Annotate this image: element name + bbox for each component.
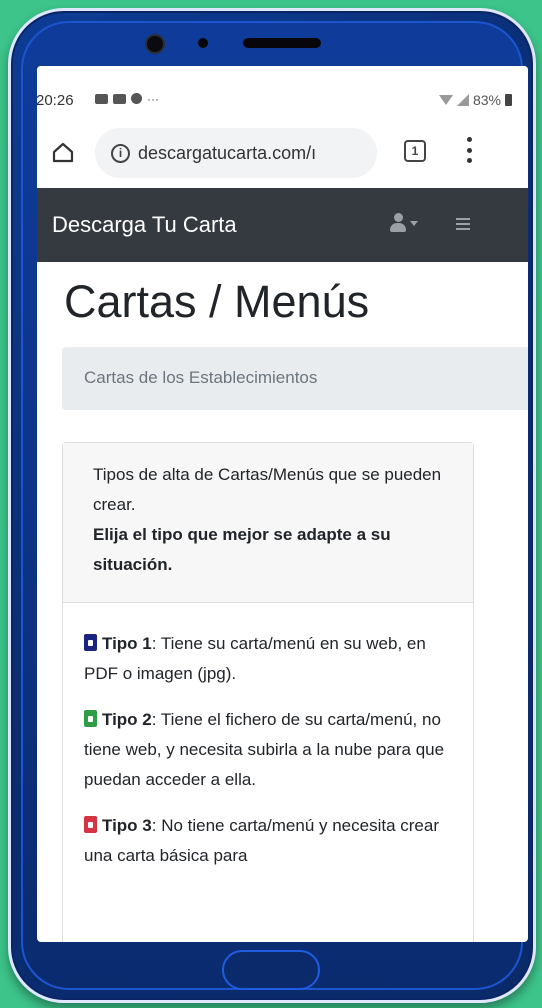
status-bar: 20:26 ··· 83% — [37, 66, 528, 110]
document-icon — [84, 634, 97, 651]
browser-toolbar: i descargatucarta.com/ı 1 — [37, 124, 528, 184]
user-menu-toggle[interactable] — [390, 213, 418, 233]
document-icon — [84, 710, 97, 727]
tipo-label: Tipo 1 — [102, 634, 152, 653]
tipo-item-3: Tipo 3: No tiene carta/menú y necesita c… — [84, 811, 451, 871]
card-header-text: Tipos de alta de Cartas/Menús que se pue… — [93, 465, 442, 514]
signal-icon — [456, 94, 469, 106]
document-icon — [84, 816, 97, 833]
phone-screen: 20:26 ··· 83% i descargatucarta.com/ı 1 … — [37, 66, 528, 942]
wifi-icon — [438, 95, 453, 105]
site-navbar: Descarga Tu Carta — [37, 188, 528, 262]
tipos-card: Tipos de alta de Cartas/Menús que se pue… — [62, 442, 474, 942]
proximity-sensor — [198, 38, 208, 48]
caret-down-icon — [410, 220, 418, 226]
breadcrumb: Cartas de los Establecimientos — [62, 347, 528, 410]
system-status: 83% — [438, 92, 512, 108]
gallery-notification-icon — [113, 93, 126, 104]
tipo-item-1: Tipo 1: Tiene su carta/menú en su web, e… — [84, 629, 451, 689]
earpiece-speaker — [243, 38, 321, 48]
card-header-instruction: Elija el tipo que mejor se adapte a su s… — [93, 525, 391, 574]
status-time: 20:26 — [37, 92, 74, 109]
front-camera — [145, 34, 165, 54]
hamburger-menu-icon[interactable] — [456, 218, 470, 230]
info-icon[interactable]: i — [111, 143, 130, 163]
page-title: Cartas / Menús — [64, 276, 370, 327]
browser-menu-icon[interactable] — [464, 137, 474, 163]
battery-percent: 83% — [472, 92, 501, 108]
battery-icon — [505, 94, 512, 106]
tabs-icon[interactable]: 1 — [404, 140, 426, 162]
site-brand[interactable]: Descarga Tu Carta — [52, 212, 237, 238]
home-icon[interactable] — [52, 141, 74, 163]
app-notification-icon — [131, 93, 142, 104]
url-text: descargatucarta.com/ı — [138, 142, 317, 163]
user-icon — [390, 213, 406, 233]
tipo-label: Tipo 2 — [102, 710, 152, 729]
card-body: Tipo 1: Tiene su carta/menú en su web, e… — [63, 603, 473, 871]
notification-icons: ··· — [95, 91, 159, 106]
home-button[interactable] — [222, 950, 320, 990]
address-bar[interactable]: i descargatucarta.com/ı — [95, 128, 377, 178]
more-notifications-icon: ··· — [147, 91, 159, 106]
card-header: Tipos de alta de Cartas/Menús que se pue… — [63, 443, 473, 603]
image-notification-icon — [95, 93, 108, 104]
tipo-item-2: Tipo 2: Tiene el fichero de su carta/men… — [84, 705, 451, 795]
tipo-label: Tipo 3 — [102, 816, 152, 835]
